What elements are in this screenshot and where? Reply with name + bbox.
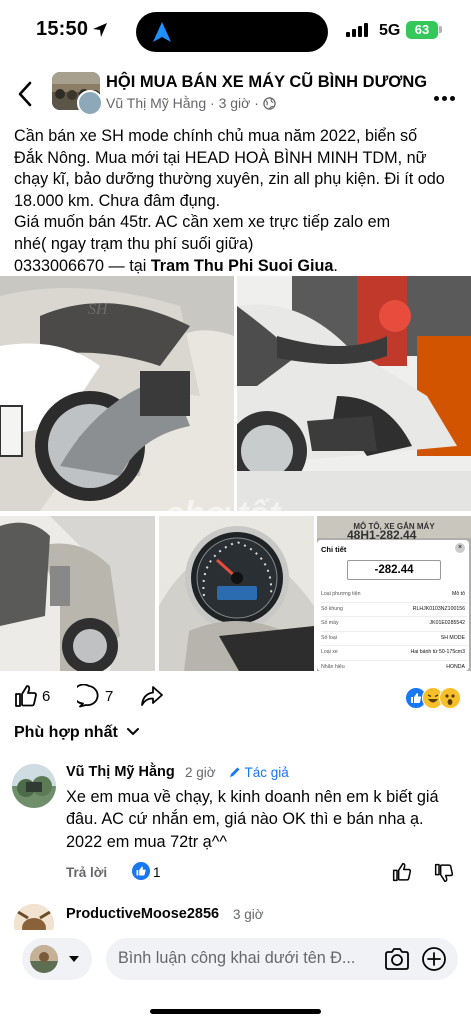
plate-number: -282.44: [347, 560, 441, 580]
wow-reaction-icon: [439, 687, 461, 709]
comment-time: 2 giờ: [185, 765, 216, 780]
registration-row: Nhãn hiệu HONDA: [321, 661, 467, 672]
comment-like-reaction-icon: [132, 862, 150, 880]
registration-row-value: HONDA: [446, 663, 465, 670]
location-separator: — tại: [104, 256, 151, 275]
author-badge: Tác giả: [229, 765, 289, 780]
meta-separator-2: ·: [254, 95, 263, 111]
location-arrow-icon: [93, 23, 107, 37]
comment-icon[interactable]: [77, 684, 101, 708]
post-line: Đắk Nông. Mua mới tại HEAD HOÀ BÌNH MINH…: [14, 148, 427, 167]
post-line: Giá muốn bán 45tr. AC cần xem xe trực ti…: [14, 213, 391, 232]
registration-row: Loại xe Hai bánh từ 50-175cm3: [321, 646, 467, 661]
post-author[interactable]: Vũ Thị Mỹ Hằng: [106, 95, 206, 111]
post-body: Cần bán xe SH mode chính chủ mua năm 202…: [14, 126, 466, 277]
registration-row-value: SH MODE: [440, 634, 465, 641]
post-time: 3 giờ: [218, 95, 251, 111]
comment2-time: 3 giờ: [233, 907, 264, 922]
comment-like-count: 1: [153, 865, 161, 880]
caret-down-icon: [69, 956, 79, 962]
post-line-location: 0333006670 — tại Tram Thu Phi Suoi Giua.: [14, 256, 466, 278]
battery-tip: [439, 26, 442, 33]
add-icon[interactable]: [421, 946, 447, 972]
close-icon[interactable]: ×: [455, 543, 465, 553]
author-avatar[interactable]: [77, 90, 103, 116]
registration-row-value: RLHJK0103NZ100156: [412, 605, 465, 612]
registration-row-label: Số khung: [321, 605, 343, 612]
registration-row: Loại phương tiện Mô tô: [321, 588, 467, 603]
signal-icon: [346, 23, 372, 37]
reply-button[interactable]: Trả lời: [66, 865, 107, 880]
registration-row: Số máy JK01E0285542: [321, 617, 467, 632]
my-avatar: [30, 945, 58, 973]
registration-row-value: JK01E0285542: [429, 620, 465, 626]
post-line: Cần bán xe SH mode chính chủ mua năm 202…: [14, 127, 418, 145]
comment-text: Xe em mua về chạy, k kinh doanh nên em k…: [66, 788, 439, 851]
post-meta: Vũ Thị Mỹ Hằng · 3 giờ ·: [106, 95, 276, 111]
navigation-icon: [153, 22, 171, 42]
registration-row-value: Hai bánh từ 50-175cm3: [410, 649, 465, 655]
like-count[interactable]: 6: [42, 688, 50, 705]
registration-row-label: Loại phương tiện: [321, 591, 361, 597]
dynamic-island: [136, 12, 328, 52]
more-options-icon[interactable]: [434, 88, 458, 106]
comment2-author[interactable]: ProductiveMoose2856: [66, 906, 219, 922]
battery-icon: 63: [406, 21, 438, 39]
post-line: chạy kĩ, bảo dưỡng thường xuyên, zin all…: [14, 170, 445, 189]
photo-4-speedometer[interactable]: [159, 516, 314, 671]
identity-switcher[interactable]: [22, 938, 92, 980]
registration-row-label: Số máy: [321, 620, 339, 626]
group-name[interactable]: HỘI MUA BÁN XE MÁY CŨ BÌNH DƯƠNG: [106, 73, 427, 92]
comment-dislike-button-icon[interactable]: [434, 863, 454, 883]
reaction-summary[interactable]: [405, 686, 471, 709]
phone-number[interactable]: 0333006670: [14, 257, 104, 275]
registration-row-label: Số loại: [321, 634, 337, 641]
pencil-icon: [230, 767, 240, 777]
registration-row: Số loại SH MODE: [321, 632, 467, 646]
comment-placeholder: Bình luận công khai dưới tên Đ...: [118, 949, 356, 967]
like-icon[interactable]: [14, 684, 38, 708]
network-type: 5G: [379, 22, 401, 39]
share-icon[interactable]: [140, 684, 164, 708]
home-indicator: [150, 1009, 321, 1014]
registration-card: Chi tiết × -282.44 Loại phương tiện Mô tô…: [317, 540, 469, 671]
comments-sort-dropdown[interactable]: Phù hợp nhất: [14, 724, 140, 742]
post-line: 18.000 km. Chưa đâm đụng.: [14, 191, 221, 210]
registration-row: Số khung RLHJK0103NZ100156: [321, 603, 467, 617]
author-badge-label: Tác giả: [244, 765, 289, 780]
photo-1[interactable]: SH: [0, 276, 234, 511]
location-link[interactable]: Tram Thu Phi Suoi Giua: [151, 257, 334, 275]
chevron-down-icon: [127, 728, 140, 736]
registration-row-value: Mô tô: [452, 591, 465, 597]
sort-label: Phù hợp nhất: [14, 724, 118, 741]
comment-author[interactable]: Vũ Thị Mỹ Hằng: [66, 764, 175, 780]
location-end: .: [333, 256, 338, 275]
post-line: nhé( ngay trạm thu phí suối giữa): [14, 234, 254, 253]
photo-5-registration[interactable]: MÔ TÔ, XE GẮN MÁY 48H1-282.44 Chi tiết ×…: [317, 516, 471, 671]
comment-like-button-icon[interactable]: [392, 862, 412, 882]
meta-separator: ·: [210, 95, 219, 111]
registration-rows: Loại phương tiện Mô tô Số khung RLHJK0103NZ…: [321, 588, 467, 671]
svg-text:SH: SH: [88, 301, 109, 318]
registration-title: Chi tiết: [321, 545, 347, 554]
registration-row-label: Loại xe: [321, 649, 338, 655]
globe-icon: [263, 97, 276, 110]
status-time: 15:50: [36, 18, 89, 40]
photo-3[interactable]: [0, 516, 155, 671]
photo-2[interactable]: [237, 276, 471, 511]
back-arrow-icon[interactable]: [14, 80, 38, 108]
camera-icon[interactable]: [384, 947, 410, 971]
registration-row-label: Nhãn hiệu: [321, 663, 345, 670]
comment-count[interactable]: 7: [105, 688, 113, 705]
commenter-avatar[interactable]: [12, 764, 56, 808]
